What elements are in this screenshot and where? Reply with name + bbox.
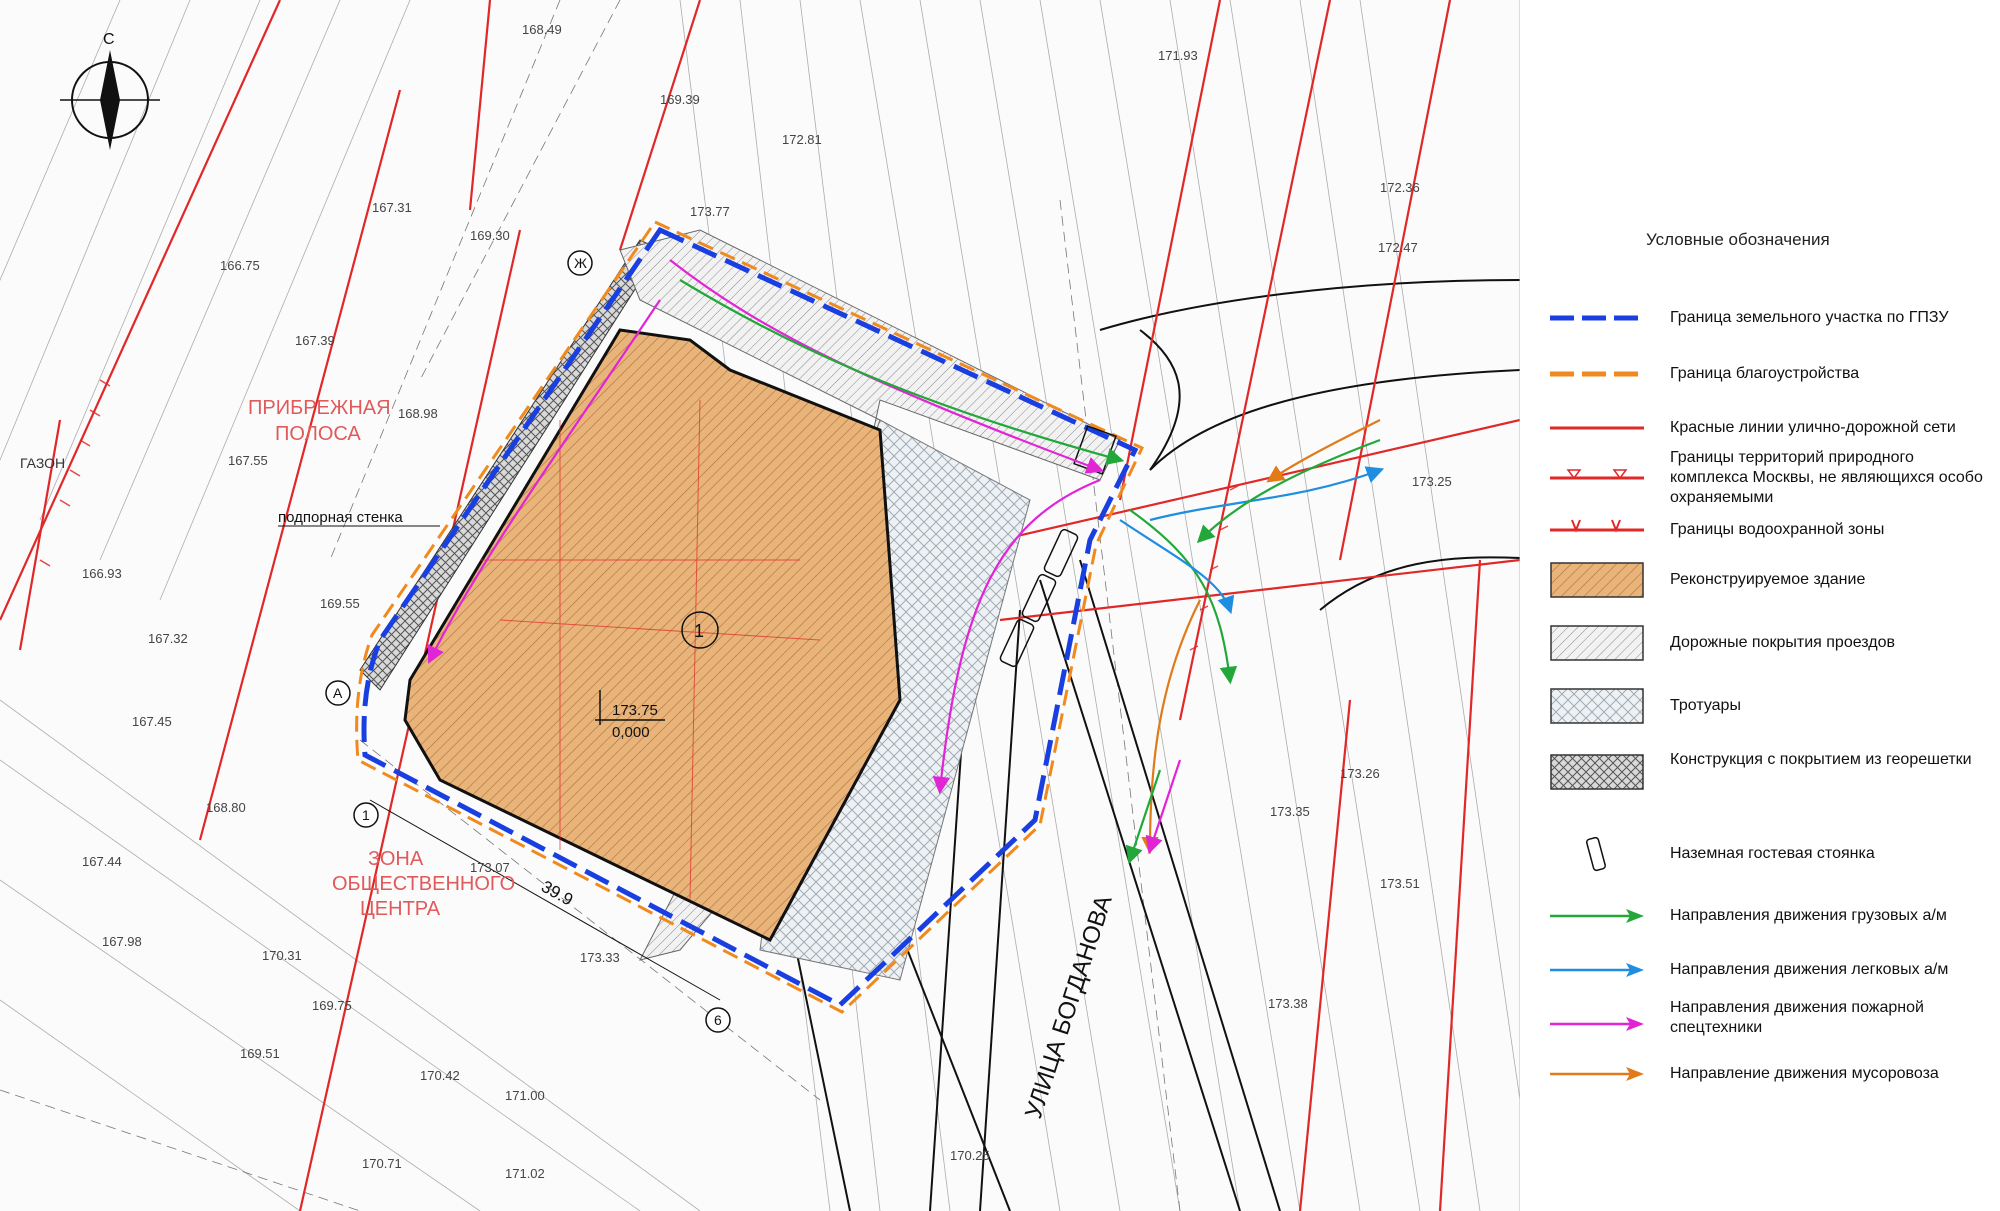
svg-text:169.39: 169.39: [660, 92, 700, 107]
svg-text:173.77: 173.77: [690, 204, 730, 219]
svg-text:167.39: 167.39: [295, 333, 335, 348]
svg-text:169.51: 169.51: [240, 1046, 280, 1061]
svg-text:167.55: 167.55: [228, 453, 268, 468]
legend-title: Условные обозначения: [1646, 230, 1830, 249]
hatch-grey-icon: [1550, 625, 1644, 661]
svg-text:168.98: 168.98: [398, 406, 438, 421]
svg-text:167.45: 167.45: [132, 714, 172, 729]
svg-text:А: А: [333, 685, 343, 701]
parking-icon: [1585, 836, 1607, 872]
elevation-mark: 173.75: [612, 702, 658, 719]
legend-panel: Условные обозначения Граница земельного …: [1540, 230, 1990, 1082]
svg-text:ПРИБРЕЖНАЯ: ПРИБРЕЖНАЯ: [248, 397, 391, 419]
svg-text:170.42: 170.42: [420, 1068, 460, 1083]
svg-text:170.71: 170.71: [362, 1156, 402, 1171]
svg-text:ЦЕНТРА: ЦЕНТРА: [360, 898, 441, 920]
north-label: С: [103, 31, 115, 48]
svg-text:ПОЛОСА: ПОЛОСА: [275, 423, 361, 445]
svg-text:172.81: 172.81: [782, 132, 822, 147]
svg-text:170.25: 170.25: [950, 1148, 990, 1163]
svg-text:172.47: 172.47: [1378, 240, 1418, 255]
svg-text:173.38: 173.38: [1268, 996, 1308, 1011]
svg-text:ЗОНА: ЗОНА: [368, 848, 424, 870]
svg-text:173.35: 173.35: [1270, 804, 1310, 819]
svg-text:ОБЩЕСТВЕННОГО: ОБЩЕСТВЕННОГО: [332, 873, 515, 895]
grass-label: ГАЗОН: [20, 455, 65, 471]
pavement-icon: [1550, 688, 1644, 724]
site-plan-map: С 1 173.75 0,000 подпорная стенка 39.9 П…: [0, 0, 1520, 1211]
svg-text:168.49: 168.49: [522, 22, 562, 37]
svg-text:6: 6: [714, 1012, 722, 1028]
svg-text:172.36: 172.36: [1380, 180, 1420, 195]
svg-text:1: 1: [362, 807, 370, 823]
svg-text:166.93: 166.93: [82, 566, 122, 581]
svg-text:173.07: 173.07: [470, 860, 510, 875]
svg-text:171.93: 171.93: [1158, 48, 1198, 63]
svg-text:171.00: 171.00: [505, 1088, 545, 1103]
svg-text:167.32: 167.32: [148, 631, 188, 646]
line-red-triangles-icon: [1550, 469, 1644, 480]
geogrid-icon: [1550, 754, 1644, 790]
building-number: 1: [694, 621, 704, 641]
svg-text:168.80: 168.80: [206, 800, 246, 815]
arrow-magenta-icon: [1550, 1017, 1644, 1031]
svg-text:170.31: 170.31: [262, 948, 302, 963]
svg-text:169.55: 169.55: [320, 596, 360, 611]
svg-text:173.26: 173.26: [1340, 766, 1380, 781]
arrow-green-icon: [1550, 909, 1644, 923]
line-red-ticks-icon: [1550, 519, 1644, 533]
svg-text:167.98: 167.98: [102, 934, 142, 949]
svg-text:173.33: 173.33: [580, 950, 620, 965]
svg-text:166.75: 166.75: [220, 258, 260, 273]
arrow-orange-icon: [1550, 1067, 1644, 1081]
svg-text:173.25: 173.25: [1412, 474, 1452, 489]
hatch-orange-icon: [1550, 562, 1644, 598]
retaining-wall-label: подпорная стенка: [278, 509, 403, 526]
svg-text:173.51: 173.51: [1380, 876, 1420, 891]
svg-text:167.44: 167.44: [82, 854, 122, 869]
svg-text:169.75: 169.75: [312, 998, 352, 1013]
svg-text:171.02: 171.02: [505, 1166, 545, 1181]
dash-orange-icon: [1550, 371, 1644, 377]
svg-text:167.31: 167.31: [372, 200, 412, 215]
svg-text:Ж: Ж: [574, 255, 587, 271]
line-red-icon: [1550, 426, 1644, 430]
zero-mark: 0,000: [612, 724, 650, 741]
arrow-blue-icon: [1550, 963, 1644, 977]
dash-blue-icon: [1550, 315, 1644, 321]
svg-text:169.30: 169.30: [470, 228, 510, 243]
